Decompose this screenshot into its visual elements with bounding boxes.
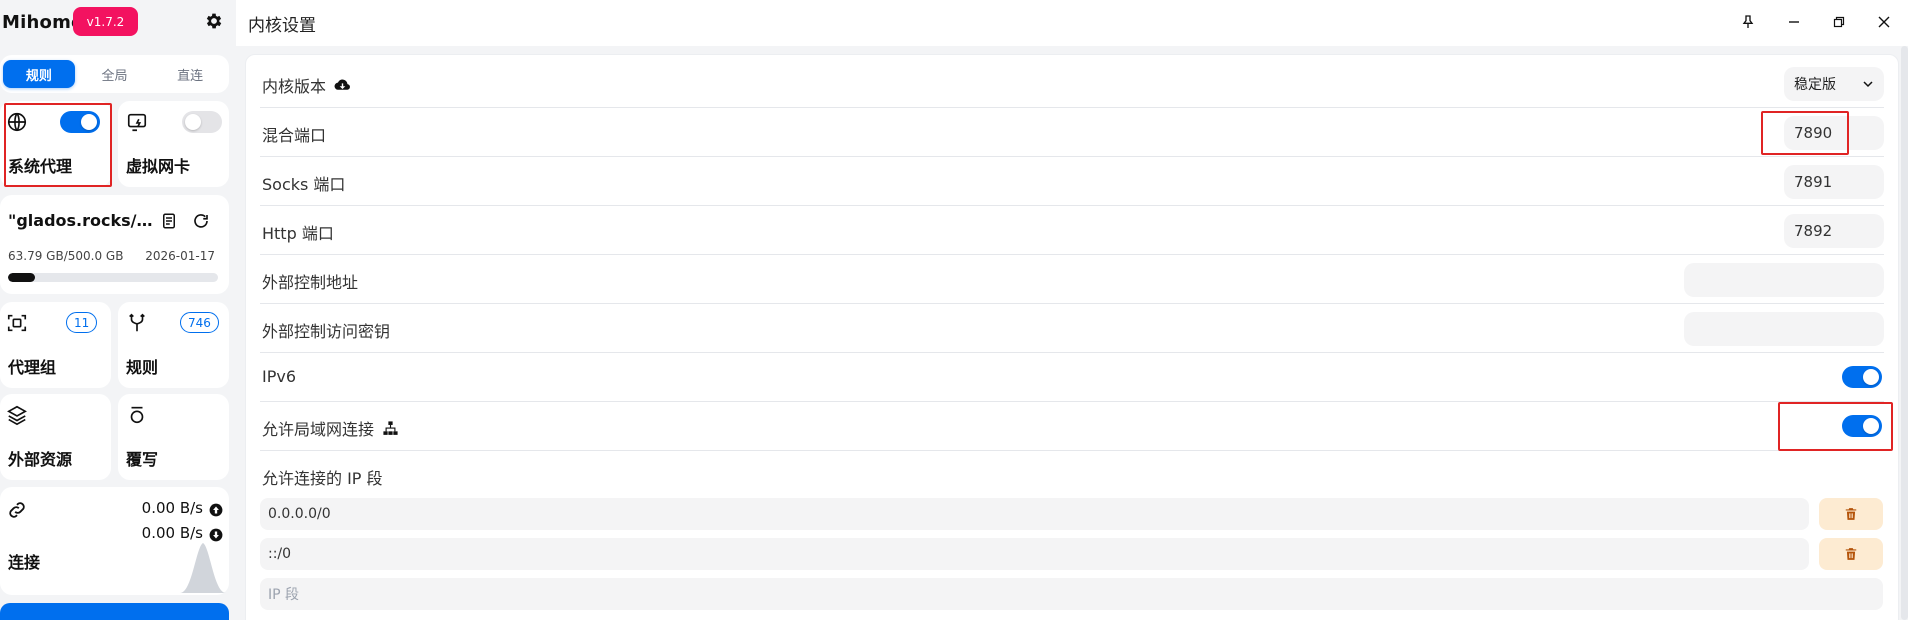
resources-label: 外部资源 bbox=[8, 450, 73, 469]
mode-direct-tab[interactable]: 直连 bbox=[154, 60, 226, 88]
mixed-port-input[interactable]: 7890 bbox=[1784, 116, 1884, 150]
close-icon[interactable] bbox=[1874, 12, 1894, 32]
http-port-label: Http 端口 bbox=[262, 224, 334, 243]
virtual-nic-card[interactable]: 虚拟网卡 bbox=[118, 101, 229, 187]
system-proxy-card[interactable]: 系统代理 bbox=[0, 101, 111, 187]
trash-icon bbox=[1844, 507, 1858, 521]
rules-label: 规则 bbox=[126, 358, 159, 377]
layers-icon bbox=[6, 404, 28, 426]
setting-http-port: Http 端口 7892 bbox=[260, 206, 1884, 255]
setting-socks-port: Socks 端口 7891 bbox=[260, 157, 1884, 206]
profile-card[interactable]: "glados.rocks/1... 63.79 GB/500.0 GB 202… bbox=[0, 195, 229, 294]
profile-usage: 63.79 GB/500.0 GB bbox=[8, 249, 124, 263]
system-proxy-label: 系统代理 bbox=[8, 157, 73, 176]
version-badge[interactable]: v1.7.2 bbox=[73, 7, 138, 36]
minimize-icon[interactable] bbox=[1784, 12, 1804, 32]
trash-icon bbox=[1844, 547, 1858, 561]
core-version-label: 内核版本 bbox=[262, 73, 351, 97]
profile-name: "glados.rocks/1... bbox=[8, 211, 158, 230]
proxy-group-card[interactable]: 11 代理组 bbox=[0, 302, 111, 388]
link-icon bbox=[6, 499, 28, 521]
bottom-action-button[interactable] bbox=[0, 603, 229, 620]
refresh-icon[interactable] bbox=[192, 212, 210, 230]
resources-card[interactable]: 外部资源 bbox=[0, 394, 111, 480]
page-title: 内核设置 bbox=[248, 16, 316, 36]
profile-date: 2026-01-17 bbox=[145, 249, 215, 263]
mode-rule-tab[interactable]: 规则 bbox=[3, 60, 75, 88]
upload-speed: 0.00 B/s bbox=[141, 499, 203, 517]
proxy-group-label: 代理组 bbox=[8, 358, 57, 377]
rules-count: 746 bbox=[180, 312, 219, 333]
core-settings-panel: 内核版本 稳定版 混合端口 7890 Socks 端口 7891 Http 端口… bbox=[245, 54, 1899, 620]
allow-lan-toggle[interactable] bbox=[1842, 415, 1882, 437]
sidebar: Mihomo v1.7.2 规则 全局 直连 系统代理 虚拟网卡 "glados… bbox=[0, 0, 236, 620]
system-proxy-toggle[interactable] bbox=[60, 111, 100, 133]
pin-icon[interactable] bbox=[1738, 12, 1758, 32]
proxy-group-count: 11 bbox=[66, 312, 98, 333]
delete-ip-button[interactable] bbox=[1819, 498, 1883, 530]
setting-mixed-port: 混合端口 7890 bbox=[260, 108, 1884, 157]
globe-icon bbox=[6, 111, 28, 133]
network-card-icon bbox=[126, 111, 148, 133]
socks-port-label: Socks 端口 bbox=[262, 175, 346, 194]
ipv6-label: IPv6 bbox=[262, 367, 297, 386]
setting-external-secret: 外部控制访问密钥 bbox=[260, 304, 1884, 353]
allow-lan-text: 允许局域网连接 bbox=[262, 420, 375, 439]
mixed-port-label: 混合端口 bbox=[262, 126, 327, 145]
ip-range-input[interactable]: 0.0.0.0/0 bbox=[260, 498, 1809, 530]
delete-ip-button[interactable] bbox=[1819, 538, 1883, 570]
virtual-nic-label: 虚拟网卡 bbox=[126, 157, 191, 176]
external-secret-label: 外部控制访问密钥 bbox=[262, 322, 391, 341]
arrow-up-icon bbox=[209, 502, 223, 517]
allowed-ip-section-label: 允许连接的 IP 段 bbox=[262, 469, 383, 488]
traffic-sparkline bbox=[180, 543, 226, 593]
scrollbar[interactable] bbox=[1901, 46, 1908, 620]
setting-ipv6: IPv6 bbox=[260, 353, 1884, 402]
mode-global-tab[interactable]: 全局 bbox=[79, 60, 151, 88]
ip-range-input[interactable]: ::/0 bbox=[260, 538, 1809, 570]
setting-allow-lan: 允许局域网连接 bbox=[260, 402, 1884, 451]
app-logo: Mihomo bbox=[2, 10, 84, 34]
connections-label: 连接 bbox=[8, 553, 41, 572]
core-version-value: 稳定版 bbox=[1794, 77, 1836, 93]
socks-port-input[interactable]: 7891 bbox=[1784, 165, 1884, 199]
override-card[interactable]: 覆写 bbox=[118, 394, 229, 480]
virtual-nic-toggle[interactable] bbox=[182, 111, 222, 133]
connections-card[interactable]: 0.00 B/s 0.00 B/s 连接 bbox=[0, 487, 229, 595]
scan-icon bbox=[6, 312, 28, 334]
setting-external-controller: 外部控制地址 bbox=[260, 255, 1884, 304]
branch-icon bbox=[126, 312, 148, 334]
allow-lan-label: 允许局域网连接 bbox=[262, 416, 399, 440]
traffic-progress-fill bbox=[8, 273, 35, 282]
gear-icon[interactable] bbox=[204, 11, 224, 31]
rules-card[interactable]: 746 规则 bbox=[118, 302, 229, 388]
override-label: 覆写 bbox=[126, 450, 159, 469]
external-secret-input[interactable] bbox=[1684, 312, 1884, 346]
titlebar: 内核设置 bbox=[236, 0, 1908, 46]
ipv6-toggle[interactable] bbox=[1842, 366, 1882, 388]
setting-core-version: 内核版本 稳定版 bbox=[260, 59, 1884, 108]
new-ip-range-input[interactable]: IP 段 bbox=[260, 578, 1883, 610]
network-topology-icon[interactable] bbox=[382, 420, 399, 437]
traffic-progress bbox=[8, 273, 218, 282]
chevron-down-icon bbox=[1862, 78, 1874, 90]
cloud-download-icon[interactable] bbox=[334, 77, 351, 94]
external-controller-label: 外部控制地址 bbox=[262, 273, 359, 292]
mode-switcher: 规则 全局 直连 bbox=[0, 55, 229, 93]
core-version-text: 内核版本 bbox=[262, 77, 327, 96]
external-controller-input[interactable] bbox=[1684, 263, 1884, 297]
document-icon[interactable] bbox=[160, 212, 178, 230]
app-name: Mihomo bbox=[2, 11, 84, 33]
core-version-select[interactable]: 稳定版 bbox=[1784, 67, 1884, 101]
restore-icon[interactable] bbox=[1829, 12, 1849, 32]
http-port-input[interactable]: 7892 bbox=[1784, 214, 1884, 248]
override-icon bbox=[126, 404, 148, 426]
